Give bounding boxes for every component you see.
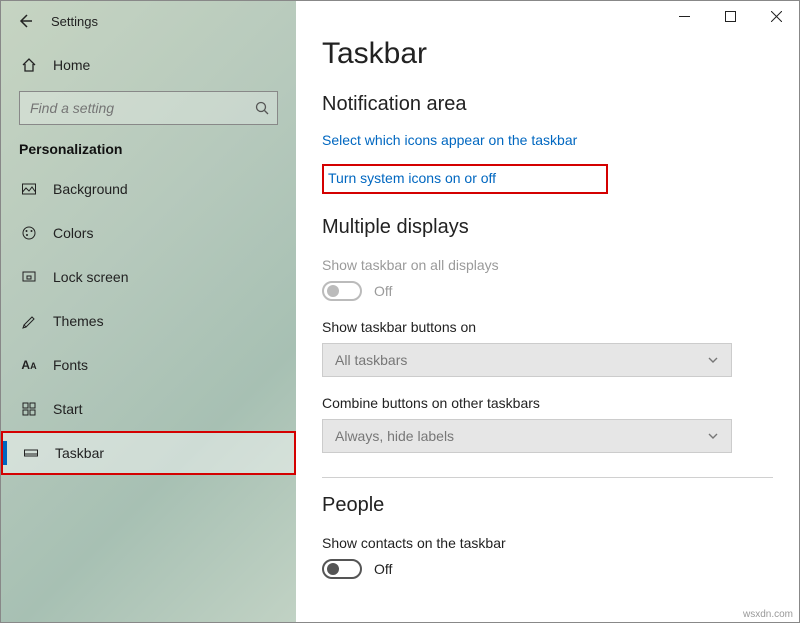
section-multiple-displays: Multiple displays	[322, 216, 773, 239]
toggle-show-all-state: Off	[374, 283, 392, 299]
page-title: Taskbar	[322, 37, 773, 71]
label-combine-other: Combine buttons on other taskbars	[322, 395, 773, 411]
highlighted-link-box: Turn system icons on or off	[322, 164, 608, 194]
search-field[interactable]	[19, 91, 278, 125]
titlebar: Settings	[1, 1, 296, 41]
watermark: wsxdn.com	[743, 609, 793, 620]
window-controls	[661, 1, 799, 31]
start-icon	[19, 401, 39, 417]
link-system-icons[interactable]: Turn system icons on or off	[328, 170, 496, 186]
sidebar-item-label: Start	[53, 401, 83, 417]
maximize-icon	[725, 11, 736, 22]
palette-icon	[19, 225, 39, 241]
label-show-all-displays: Show taskbar on all displays	[322, 257, 773, 273]
themes-icon	[19, 313, 39, 329]
close-icon	[771, 11, 782, 22]
sidebar-item-themes[interactable]: Themes	[1, 299, 296, 343]
toggle-show-contacts-row: Off	[322, 559, 773, 579]
sidebar-item-colors[interactable]: Colors	[1, 211, 296, 255]
label-buttons-on: Show taskbar buttons on	[322, 319, 773, 335]
sidebar-category: Personalization	[1, 137, 296, 167]
label-show-contacts: Show contacts on the taskbar	[322, 535, 773, 551]
dropdown-value: Always, hide labels	[335, 428, 454, 444]
home-label: Home	[53, 57, 90, 73]
sidebar: Settings Home Personalization Background…	[1, 1, 296, 622]
settings-window: Settings Home Personalization Background…	[1, 1, 799, 622]
chevron-down-icon	[707, 430, 719, 442]
app-title: Settings	[51, 14, 98, 29]
main-content: Taskbar Notification area Select which i…	[296, 1, 799, 622]
dropdown-buttons-on[interactable]: All taskbars	[322, 343, 732, 377]
toggle-show-contacts[interactable]	[322, 559, 362, 579]
sidebar-item-label: Taskbar	[55, 445, 104, 461]
search-icon	[254, 100, 270, 116]
sidebar-item-label: Fonts	[53, 357, 88, 373]
sidebar-nav: Background Colors Lock screen Themes AA …	[1, 167, 296, 475]
chevron-down-icon	[707, 354, 719, 366]
toggle-show-all-displays-row: Off	[322, 281, 773, 301]
toggle-show-contacts-state: Off	[374, 561, 392, 577]
sidebar-item-label: Colors	[53, 225, 93, 241]
dropdown-value: All taskbars	[335, 352, 407, 368]
toggle-show-all-displays	[322, 281, 362, 301]
sidebar-item-background[interactable]: Background	[1, 167, 296, 211]
section-notification-area: Notification area	[322, 93, 773, 116]
close-button[interactable]	[753, 1, 799, 31]
taskbar-icon	[21, 445, 41, 461]
image-icon	[19, 181, 39, 197]
divider	[322, 477, 773, 478]
sidebar-item-fonts[interactable]: AA Fonts	[1, 343, 296, 387]
arrow-left-icon	[17, 13, 33, 29]
maximize-button[interactable]	[707, 1, 753, 31]
fonts-icon: AA	[19, 358, 39, 372]
sidebar-item-lockscreen[interactable]: Lock screen	[1, 255, 296, 299]
sidebar-item-label: Lock screen	[53, 269, 128, 285]
back-button[interactable]	[9, 5, 41, 37]
sidebar-item-taskbar[interactable]: Taskbar	[1, 431, 296, 475]
sidebar-item-label: Themes	[53, 313, 104, 329]
home-nav[interactable]: Home	[1, 49, 296, 81]
search-input[interactable]	[19, 91, 278, 125]
sidebar-item-label: Background	[53, 181, 128, 197]
home-icon	[19, 57, 39, 73]
minimize-icon	[679, 11, 690, 22]
minimize-button[interactable]	[661, 1, 707, 31]
section-people: People	[322, 494, 773, 517]
dropdown-combine-other[interactable]: Always, hide labels	[322, 419, 732, 453]
lockscreen-icon	[19, 269, 39, 285]
sidebar-item-start[interactable]: Start	[1, 387, 296, 431]
link-select-icons[interactable]: Select which icons appear on the taskbar	[322, 132, 577, 148]
